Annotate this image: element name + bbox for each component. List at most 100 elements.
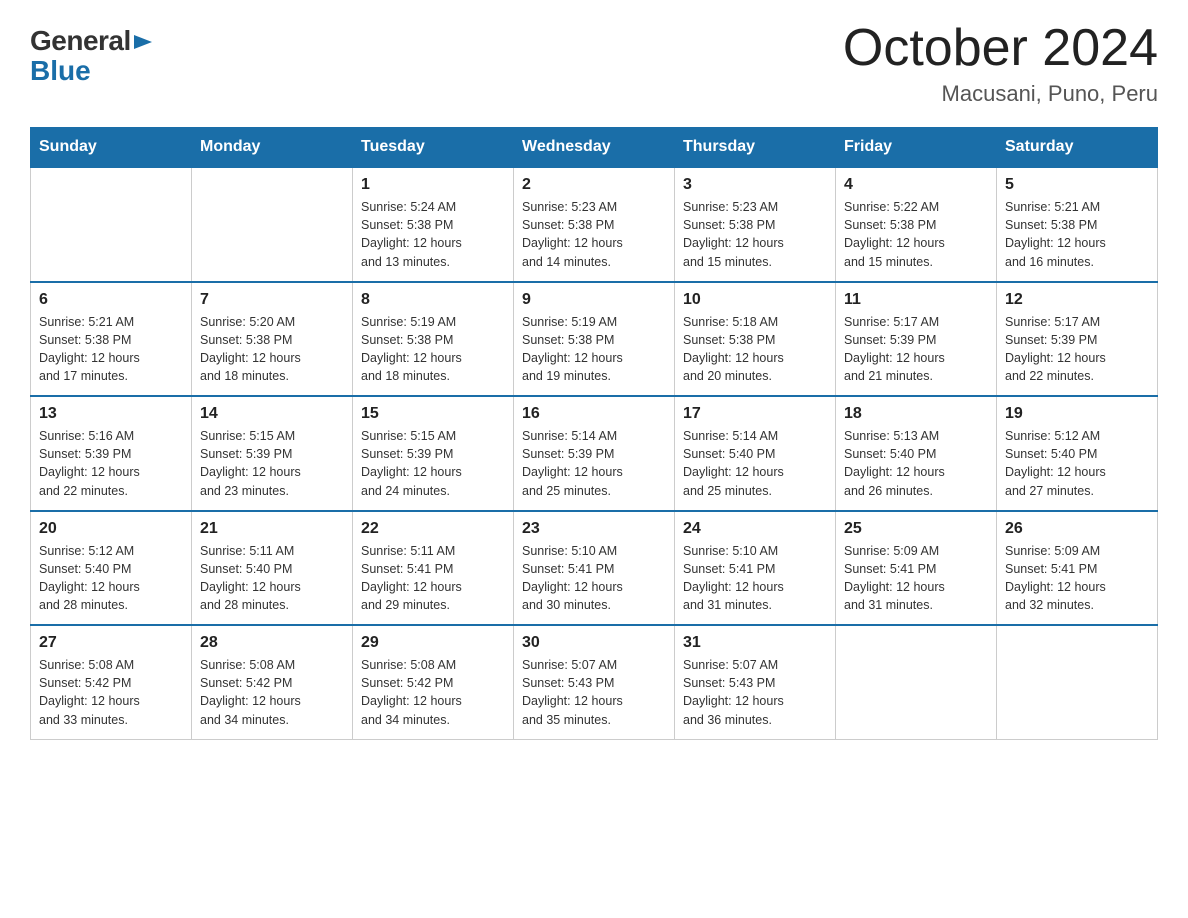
week-row-4: 20Sunrise: 5:12 AMSunset: 5:40 PMDayligh… <box>31 511 1158 626</box>
calendar-cell: 10 Sunrise: 5:18 AMSunset: 5:38 PMDayligh… <box>675 282 836 397</box>
page-subtitle: Macusani, Puno, Peru <box>843 81 1158 107</box>
day-number: 5 <box>1005 176 1149 194</box>
day-number: 24 <box>683 520 827 538</box>
day-info: Sunrise: 5:08 AMSunset: 5:42 PMDaylight:… <box>39 656 183 729</box>
day-info: Sunrise: 5:16 AMSunset: 5:39 PMDaylight:… <box>39 427 183 500</box>
day-info: Sunrise: 5:17 AMSunset: 5:39 PMDaylight:… <box>844 313 988 386</box>
calendar-cell: 26Sunrise: 5:09 AMSunset: 5:41 PMDayligh… <box>997 511 1158 626</box>
day-number: 21 <box>200 520 344 538</box>
calendar-cell: 17 Sunrise: 5:14 AMSunset: 5:40 PMDayligh… <box>675 396 836 511</box>
calendar-cell <box>192 167 353 282</box>
day-number: 26 <box>1005 520 1149 538</box>
day-info: Sunrise: 5:21 AMSunset: 5:38 PMDaylight:… <box>39 313 183 386</box>
day-info: Sunrise: 5:19 AMSunset: 5:38 PMDaylight:… <box>522 313 666 386</box>
calendar-cell: 8 Sunrise: 5:19 AMSunset: 5:38 PMDaylight… <box>353 282 514 397</box>
day-number: 17 <box>683 405 827 423</box>
calendar-cell <box>997 625 1158 739</box>
calendar-cell: 12 Sunrise: 5:17 AMSunset: 5:39 PMDayligh… <box>997 282 1158 397</box>
day-info: Sunrise: 5:24 AMSunset: 5:38 PMDaylight:… <box>361 198 505 271</box>
calendar-cell: 29 Sunrise: 5:08 AMSunset: 5:42 PMDayligh… <box>353 625 514 739</box>
day-number: 11 <box>844 291 988 309</box>
calendar-cell: 3 Sunrise: 5:23 AMSunset: 5:38 PMDaylight… <box>675 167 836 282</box>
day-info: Sunrise: 5:10 AMSunset: 5:41 PMDaylight:… <box>522 542 666 615</box>
calendar-cell: 7 Sunrise: 5:20 AMSunset: 5:38 PMDaylight… <box>192 282 353 397</box>
calendar-cell: 25Sunrise: 5:09 AMSunset: 5:41 PMDayligh… <box>836 511 997 626</box>
calendar-cell: 21 Sunrise: 5:11 AMSunset: 5:40 PMDayligh… <box>192 511 353 626</box>
day-info: Sunrise: 5:11 AMSunset: 5:40 PMDaylight:… <box>200 542 344 615</box>
calendar-table: SundayMondayTuesdayWednesdayThursdayFrid… <box>30 127 1158 740</box>
day-number: 2 <box>522 176 666 194</box>
day-number: 16 <box>522 405 666 423</box>
calendar-cell: 14 Sunrise: 5:15 AMSunset: 5:39 PMDayligh… <box>192 396 353 511</box>
day-number: 28 <box>200 634 344 652</box>
calendar-cell: 16 Sunrise: 5:14 AMSunset: 5:39 PMDayligh… <box>514 396 675 511</box>
week-row-5: 27 Sunrise: 5:08 AMSunset: 5:42 PMDayligh… <box>31 625 1158 739</box>
day-number: 1 <box>361 176 505 194</box>
day-number: 27 <box>39 634 183 652</box>
week-row-3: 13 Sunrise: 5:16 AMSunset: 5:39 PMDayligh… <box>31 396 1158 511</box>
calendar-cell: 27 Sunrise: 5:08 AMSunset: 5:42 PMDayligh… <box>31 625 192 739</box>
header-area: General Blue October 2024 Macusani, Puno… <box>30 20 1158 107</box>
day-number: 23 <box>522 520 666 538</box>
calendar-cell: 30Sunrise: 5:07 AMSunset: 5:43 PMDayligh… <box>514 625 675 739</box>
day-number: 18 <box>844 405 988 423</box>
calendar-cell: 9 Sunrise: 5:19 AMSunset: 5:38 PMDaylight… <box>514 282 675 397</box>
day-number: 7 <box>200 291 344 309</box>
day-number: 10 <box>683 291 827 309</box>
day-info: Sunrise: 5:23 AMSunset: 5:38 PMDaylight:… <box>683 198 827 271</box>
header-day-thursday: Thursday <box>675 128 836 168</box>
day-info: Sunrise: 5:18 AMSunset: 5:38 PMDaylight:… <box>683 313 827 386</box>
day-number: 6 <box>39 291 183 309</box>
calendar-cell: 18 Sunrise: 5:13 AMSunset: 5:40 PMDayligh… <box>836 396 997 511</box>
header-day-tuesday: Tuesday <box>353 128 514 168</box>
day-info: Sunrise: 5:17 AMSunset: 5:39 PMDaylight:… <box>1005 313 1149 386</box>
day-info: Sunrise: 5:07 AMSunset: 5:43 PMDaylight:… <box>683 656 827 729</box>
day-number: 14 <box>200 405 344 423</box>
day-info: Sunrise: 5:15 AMSunset: 5:39 PMDaylight:… <box>200 427 344 500</box>
header-row: SundayMondayTuesdayWednesdayThursdayFrid… <box>31 128 1158 168</box>
day-info: Sunrise: 5:08 AMSunset: 5:42 PMDaylight:… <box>361 656 505 729</box>
day-number: 13 <box>39 405 183 423</box>
day-number: 12 <box>1005 291 1149 309</box>
calendar-cell: 24 Sunrise: 5:10 AMSunset: 5:41 PMDayligh… <box>675 511 836 626</box>
day-number: 25 <box>844 520 988 538</box>
calendar-cell: 20Sunrise: 5:12 AMSunset: 5:40 PMDayligh… <box>31 511 192 626</box>
day-info: Sunrise: 5:11 AMSunset: 5:41 PMDaylight:… <box>361 542 505 615</box>
day-number: 3 <box>683 176 827 194</box>
logo-blue-text: Blue <box>30 55 156 87</box>
day-number: 20 <box>39 520 183 538</box>
day-info: Sunrise: 5:19 AMSunset: 5:38 PMDaylight:… <box>361 313 505 386</box>
day-info: Sunrise: 5:20 AMSunset: 5:38 PMDaylight:… <box>200 313 344 386</box>
header-day-monday: Monday <box>192 128 353 168</box>
calendar-cell: 2 Sunrise: 5:23 AMSunset: 5:38 PMDaylight… <box>514 167 675 282</box>
day-number: 19 <box>1005 405 1149 423</box>
day-info: Sunrise: 5:23 AMSunset: 5:38 PMDaylight:… <box>522 198 666 271</box>
day-number: 8 <box>361 291 505 309</box>
calendar-cell: 13 Sunrise: 5:16 AMSunset: 5:39 PMDayligh… <box>31 396 192 511</box>
week-row-1: 1 Sunrise: 5:24 AMSunset: 5:38 PMDaylight… <box>31 167 1158 282</box>
day-number: 29 <box>361 634 505 652</box>
day-info: Sunrise: 5:13 AMSunset: 5:40 PMDaylight:… <box>844 427 988 500</box>
day-info: Sunrise: 5:10 AMSunset: 5:41 PMDaylight:… <box>683 542 827 615</box>
calendar-cell <box>836 625 997 739</box>
day-info: Sunrise: 5:22 AMSunset: 5:38 PMDaylight:… <box>844 198 988 271</box>
day-number: 9 <box>522 291 666 309</box>
header-day-sunday: Sunday <box>31 128 192 168</box>
logo-text: General <box>30 25 156 57</box>
calendar-cell: 23 Sunrise: 5:10 AMSunset: 5:41 PMDayligh… <box>514 511 675 626</box>
calendar-cell: 22Sunrise: 5:11 AMSunset: 5:41 PMDayligh… <box>353 511 514 626</box>
day-number: 15 <box>361 405 505 423</box>
day-info: Sunrise: 5:14 AMSunset: 5:39 PMDaylight:… <box>522 427 666 500</box>
logo-area: General Blue <box>30 20 156 87</box>
day-info: Sunrise: 5:08 AMSunset: 5:42 PMDaylight:… <box>200 656 344 729</box>
calendar-cell: 19Sunrise: 5:12 AMSunset: 5:40 PMDayligh… <box>997 396 1158 511</box>
logo-flag-icon <box>134 31 156 53</box>
day-number: 30 <box>522 634 666 652</box>
calendar-cell: 28 Sunrise: 5:08 AMSunset: 5:42 PMDayligh… <box>192 625 353 739</box>
page-title: October 2024 <box>843 20 1158 77</box>
day-info: Sunrise: 5:14 AMSunset: 5:40 PMDaylight:… <box>683 427 827 500</box>
day-number: 4 <box>844 176 988 194</box>
calendar-cell: 4 Sunrise: 5:22 AMSunset: 5:38 PMDaylight… <box>836 167 997 282</box>
calendar-cell: 1 Sunrise: 5:24 AMSunset: 5:38 PMDaylight… <box>353 167 514 282</box>
calendar-cell: 31Sunrise: 5:07 AMSunset: 5:43 PMDayligh… <box>675 625 836 739</box>
